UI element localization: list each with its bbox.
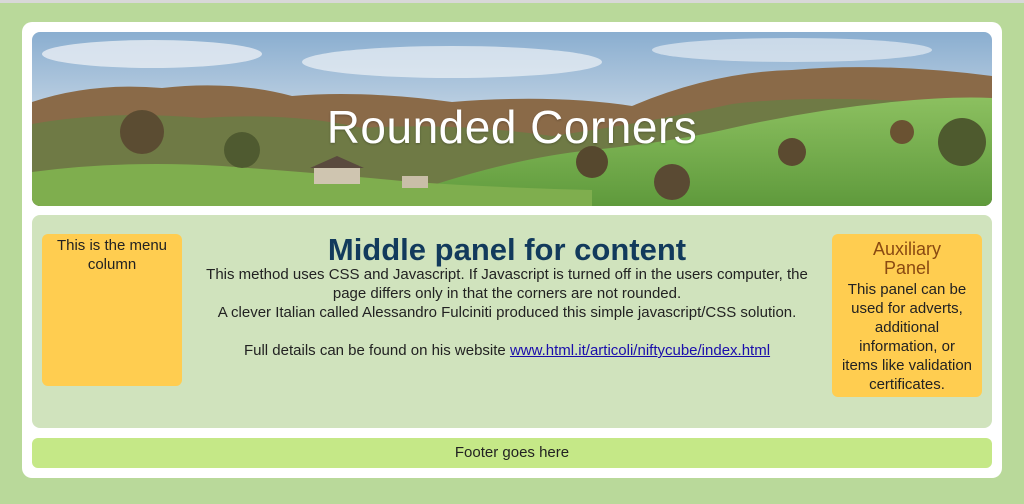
- credit-paragraph: A clever Italian called Alessandro Fulci…: [217, 304, 797, 321]
- auxiliary-panel-title: Auxiliary Panel: [872, 239, 942, 278]
- header-banner: Rounded Corners: [32, 32, 992, 206]
- middle-panel-body: This method uses CSS and Javascript. If …: [192, 265, 822, 360]
- site-title: Rounded Corners: [326, 101, 698, 153]
- footer-text: Footer goes here: [454, 444, 570, 461]
- middle-panel-title: Middle panel for content: [327, 232, 687, 267]
- middle-panel: Middle panel for content This method use…: [192, 234, 822, 360]
- intro-paragraph: This method uses CSS and Javascript. If …: [206, 266, 808, 302]
- auxiliary-panel-text: This panel can be used for adverts, addi…: [841, 281, 973, 393]
- menu-column-text: This is the menu column: [56, 237, 168, 273]
- details-text: Full details can be found on his website: [243, 342, 510, 359]
- page-container: Rounded Corners This is the menu column …: [22, 22, 1002, 478]
- top-border: [0, 0, 1024, 3]
- content-area: This is the menu column Middle panel for…: [32, 215, 992, 428]
- footer: Footer goes here: [32, 438, 992, 468]
- menu-column: This is the menu column: [42, 234, 182, 386]
- auxiliary-panel: Auxiliary Panel This panel can be used f…: [832, 234, 982, 397]
- details-paragraph: Full details can be found on his website…: [192, 341, 822, 360]
- niftycube-link[interactable]: www.html.it/articoli/niftycube/index.htm…: [510, 342, 770, 359]
